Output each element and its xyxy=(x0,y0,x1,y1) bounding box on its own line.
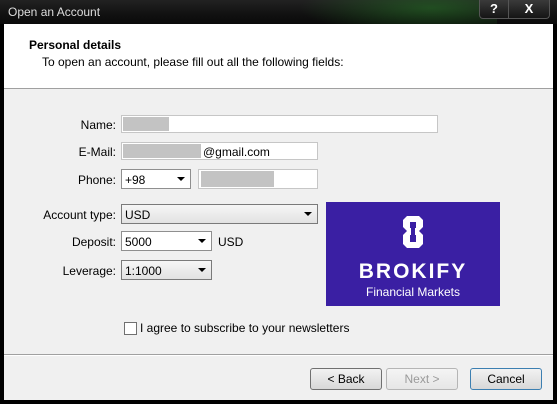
close-button[interactable]: X xyxy=(508,0,550,19)
broker-banner: BROKIFY Financial Markets xyxy=(326,202,500,306)
chevron-down-icon xyxy=(177,177,185,181)
title-bar: Open an Account ? X xyxy=(0,0,557,40)
name-redacted-block xyxy=(123,117,169,131)
email-redacted-block xyxy=(123,144,201,158)
footer-divider xyxy=(4,354,553,356)
section-title: Personal details xyxy=(29,38,122,52)
leverage-select[interactable]: 1:1000 xyxy=(121,260,212,280)
section-subtitle: To open an account, please fill out all … xyxy=(42,55,344,69)
account-type-select[interactable]: USD xyxy=(121,204,318,224)
deposit-currency: USD xyxy=(218,235,244,249)
leverage-value: 1:1000 xyxy=(125,264,162,278)
brokify-logo-icon xyxy=(403,216,423,248)
leverage-label: Leverage: xyxy=(62,264,116,278)
chevron-down-icon xyxy=(198,239,206,243)
newsletter-label[interactable]: I agree to subscribe to your newsletters xyxy=(140,321,349,335)
deposit-label: Deposit: xyxy=(71,235,116,249)
help-button[interactable]: ? xyxy=(479,0,509,19)
email-label: E-Mail: xyxy=(78,145,116,159)
account-type-label: Account type: xyxy=(43,208,116,222)
country-code-select[interactable]: +98 xyxy=(121,169,191,189)
email-domain: @gmail.com xyxy=(203,145,270,159)
chevron-down-icon xyxy=(304,212,312,216)
deposit-select[interactable]: 5000 xyxy=(121,231,212,251)
cancel-button[interactable]: Cancel xyxy=(470,368,542,390)
name-input[interactable] xyxy=(121,115,438,133)
window-title: Open an Account xyxy=(8,5,101,19)
next-button[interactable]: Next > xyxy=(386,368,458,390)
newsletter-checkbox[interactable] xyxy=(124,322,137,335)
phone-label: Phone: xyxy=(77,173,116,187)
phone-input[interactable] xyxy=(198,169,318,189)
brand-name: BROKIFY xyxy=(358,260,468,283)
brand-tagline: Financial Markets xyxy=(365,285,461,299)
phone-redacted-block xyxy=(201,171,274,187)
deposit-value: 5000 xyxy=(125,235,152,249)
dialog-header: Personal details To open an account, ple… xyxy=(4,24,553,89)
dialog-body: Personal details To open an account, ple… xyxy=(4,24,553,400)
back-button[interactable]: < Back xyxy=(310,368,382,390)
chevron-down-icon xyxy=(198,268,206,272)
account-type-value: USD xyxy=(125,208,151,222)
email-input[interactable]: @gmail.com xyxy=(121,142,318,160)
name-label: Name: xyxy=(80,118,116,132)
country-code-value: +98 xyxy=(125,173,146,187)
